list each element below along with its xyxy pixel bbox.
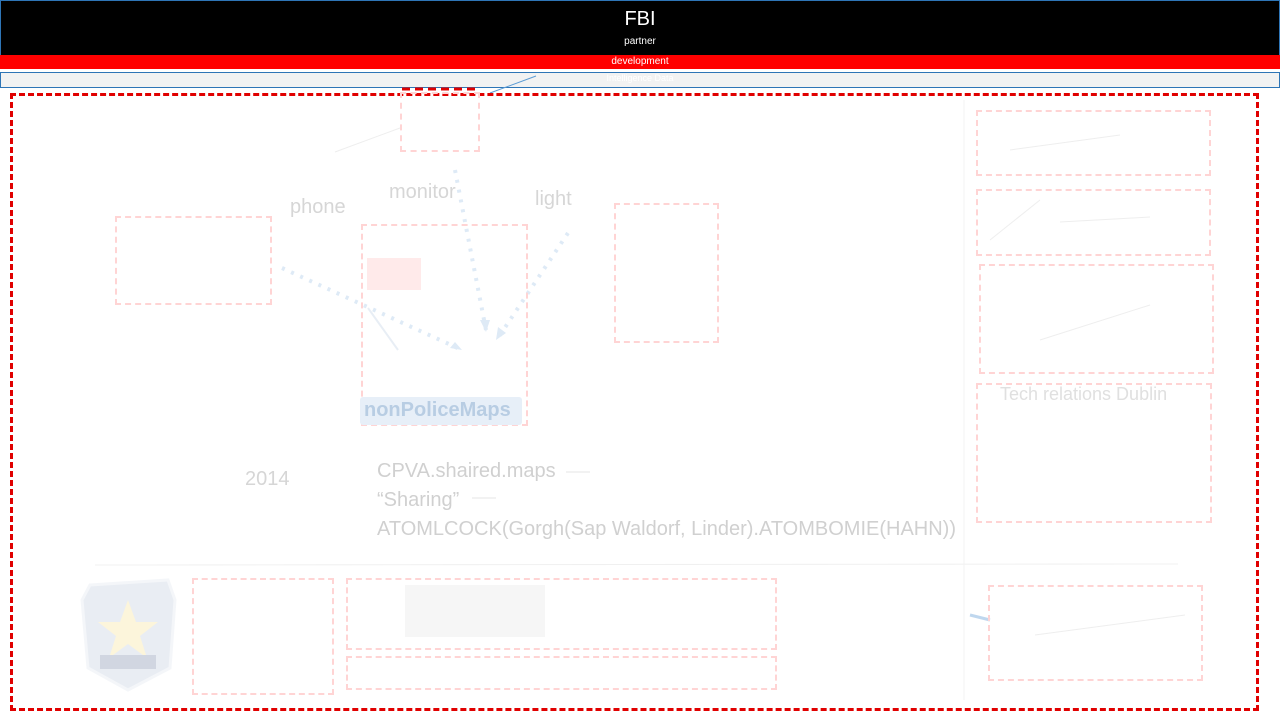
device-box (361, 224, 528, 426)
note-line-3: ATOMLCOCK(Gorgh(Sap Waldorf, Linder).ATO… (377, 518, 957, 540)
bottom-bar-box (346, 656, 777, 690)
light-box (614, 203, 719, 343)
bottom-image-thumb (405, 585, 545, 637)
right-box (976, 189, 1211, 256)
right-box (979, 264, 1214, 374)
phone-label: phone (290, 196, 346, 218)
phone-box (115, 216, 272, 305)
header-connector-line (489, 75, 537, 94)
light-label: light (535, 188, 572, 210)
year-label: 2014 (245, 468, 290, 490)
map-badge-label: nonPoliceMaps (364, 399, 511, 421)
monitor-label: monitor (389, 181, 456, 203)
bottom-image-box (192, 578, 334, 695)
right-box (976, 110, 1211, 176)
note-line-2: “Sharing” (377, 489, 460, 511)
right-caption: Tech relations Dublin (1000, 384, 1168, 404)
bottom-right-box (988, 585, 1203, 681)
image-placeholder (400, 92, 480, 152)
device-icon (367, 258, 421, 290)
note-line-1: CPVA.shaired.maps (377, 460, 556, 482)
